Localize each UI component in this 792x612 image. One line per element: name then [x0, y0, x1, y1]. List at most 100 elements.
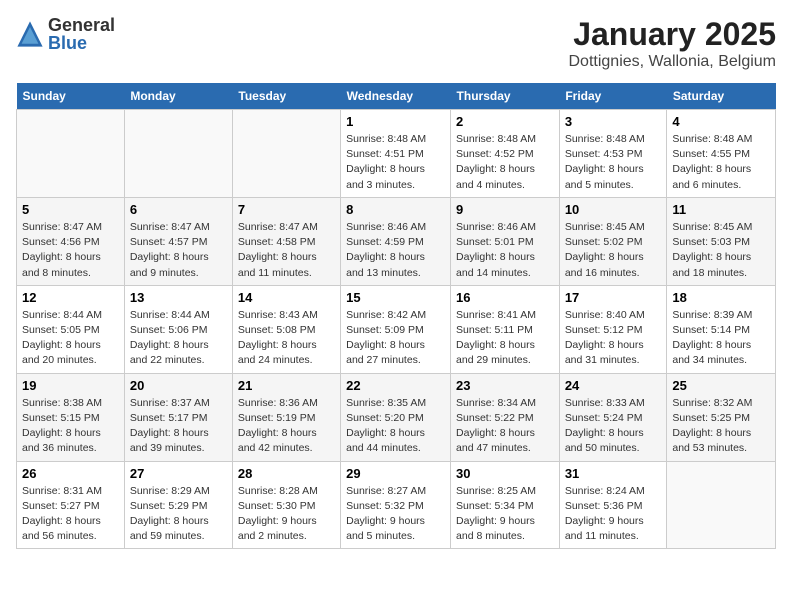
day-number: 15	[346, 290, 445, 305]
day-info: Sunrise: 8:47 AM Sunset: 4:57 PM Dayligh…	[130, 220, 227, 281]
day-number: 18	[672, 290, 770, 305]
day-number: 1	[346, 114, 445, 129]
day-info: Sunrise: 8:48 AM Sunset: 4:51 PM Dayligh…	[346, 132, 445, 193]
calendar-cell: 7 Sunrise: 8:47 AM Sunset: 4:58 PM Daylig…	[232, 197, 340, 285]
calendar-cell: 24 Sunrise: 8:33 AM Sunset: 5:24 PM Dayli…	[559, 373, 667, 461]
day-info: Sunrise: 8:48 AM Sunset: 4:52 PM Dayligh…	[456, 132, 554, 193]
day-number: 31	[565, 466, 662, 481]
day-number: 24	[565, 378, 662, 393]
col-header-saturday: Saturday	[667, 83, 776, 110]
col-header-tuesday: Tuesday	[232, 83, 340, 110]
logo-blue-text: Blue	[48, 34, 115, 52]
day-number: 21	[238, 378, 335, 393]
calendar-cell: 8Sunrise: 8:46 AM Sunset: 4:59 PM Daylig…	[341, 197, 451, 285]
calendar-cell	[667, 461, 776, 549]
calendar-cell: 2 Sunrise: 8:48 AM Sunset: 4:52 PM Daylig…	[451, 110, 560, 198]
calendar-cell: 6 Sunrise: 8:47 AM Sunset: 4:57 PM Daylig…	[124, 197, 232, 285]
col-header-thursday: Thursday	[451, 83, 560, 110]
calendar-cell: 28Sunrise: 8:28 AM Sunset: 5:30 PM Dayli…	[232, 461, 340, 549]
col-header-sunday: Sunday	[17, 83, 125, 110]
day-info: Sunrise: 8:27 AM Sunset: 5:32 PM Dayligh…	[346, 484, 445, 545]
day-number: 19	[22, 378, 119, 393]
day-number: 3	[565, 114, 662, 129]
calendar-cell: 9 Sunrise: 8:46 AM Sunset: 5:01 PM Daylig…	[451, 197, 560, 285]
calendar-cell: 20Sunrise: 8:37 AM Sunset: 5:17 PM Dayli…	[124, 373, 232, 461]
day-number: 25	[672, 378, 770, 393]
calendar-cell: 10 Sunrise: 8:45 AM Sunset: 5:02 PM Dayli…	[559, 197, 667, 285]
calendar-cell: 22 Sunrise: 8:35 AM Sunset: 5:20 PM Dayli…	[341, 373, 451, 461]
day-number: 7	[238, 202, 335, 217]
day-info: Sunrise: 8:32 AM Sunset: 5:25 PM Dayligh…	[672, 396, 770, 457]
day-number: 16	[456, 290, 554, 305]
day-info: Sunrise: 8:38 AM Sunset: 5:15 PM Dayligh…	[22, 396, 119, 457]
day-info: Sunrise: 8:24 AM Sunset: 5:36 PM Dayligh…	[565, 484, 662, 545]
month-title: January 2025	[569, 16, 777, 53]
day-number: 26	[22, 466, 119, 481]
day-info: Sunrise: 8:46 AM Sunset: 4:59 PM Dayligh…	[346, 220, 445, 281]
day-number: 10	[565, 202, 662, 217]
day-number: 29	[346, 466, 445, 481]
calendar-table: SundayMondayTuesdayWednesdayThursdayFrid…	[16, 83, 776, 549]
week-row: 12 Sunrise: 8:44 AM Sunset: 5:05 PM Dayli…	[17, 285, 776, 373]
day-info: Sunrise: 8:44 AM Sunset: 5:05 PM Dayligh…	[22, 308, 119, 369]
calendar-cell: 12 Sunrise: 8:44 AM Sunset: 5:05 PM Dayli…	[17, 285, 125, 373]
calendar-cell	[232, 110, 340, 198]
day-info: Sunrise: 8:44 AM Sunset: 5:06 PM Dayligh…	[130, 308, 227, 369]
calendar-cell: 30Sunrise: 8:25 AM Sunset: 5:34 PM Dayli…	[451, 461, 560, 549]
day-info: Sunrise: 8:31 AM Sunset: 5:27 PM Dayligh…	[22, 484, 119, 545]
calendar-cell: 16 Sunrise: 8:41 AM Sunset: 5:11 PM Dayli…	[451, 285, 560, 373]
calendar-cell: 14Sunrise: 8:43 AM Sunset: 5:08 PM Dayli…	[232, 285, 340, 373]
day-number: 22	[346, 378, 445, 393]
day-number: 30	[456, 466, 554, 481]
day-number: 9	[456, 202, 554, 217]
calendar-cell: 31 Sunrise: 8:24 AM Sunset: 5:36 PM Dayli…	[559, 461, 667, 549]
day-info: Sunrise: 8:45 AM Sunset: 5:02 PM Dayligh…	[565, 220, 662, 281]
calendar-cell: 17Sunrise: 8:40 AM Sunset: 5:12 PM Dayli…	[559, 285, 667, 373]
calendar-cell: 18 Sunrise: 8:39 AM Sunset: 5:14 PM Dayli…	[667, 285, 776, 373]
day-info: Sunrise: 8:41 AM Sunset: 5:11 PM Dayligh…	[456, 308, 554, 369]
logo-text: General Blue	[48, 16, 115, 52]
calendar-cell	[17, 110, 125, 198]
day-number: 6	[130, 202, 227, 217]
week-row: 19 Sunrise: 8:38 AM Sunset: 5:15 PM Dayli…	[17, 373, 776, 461]
page-header: General Blue January 2025 Dottignies, Wa…	[16, 16, 776, 71]
calendar-cell: 3Sunrise: 8:48 AM Sunset: 4:53 PM Daylig…	[559, 110, 667, 198]
calendar-cell: 29 Sunrise: 8:27 AM Sunset: 5:32 PM Dayli…	[341, 461, 451, 549]
day-number: 20	[130, 378, 227, 393]
calendar-cell: 4 Sunrise: 8:48 AM Sunset: 4:55 PM Daylig…	[667, 110, 776, 198]
calendar-cell: 27Sunrise: 8:29 AM Sunset: 5:29 PM Dayli…	[124, 461, 232, 549]
day-number: 2	[456, 114, 554, 129]
day-info: Sunrise: 8:46 AM Sunset: 5:01 PM Dayligh…	[456, 220, 554, 281]
day-info: Sunrise: 8:48 AM Sunset: 4:55 PM Dayligh…	[672, 132, 770, 193]
day-info: Sunrise: 8:47 AM Sunset: 4:58 PM Dayligh…	[238, 220, 335, 281]
calendar-cell: 15Sunrise: 8:42 AM Sunset: 5:09 PM Dayli…	[341, 285, 451, 373]
location-title: Dottignies, Wallonia, Belgium	[569, 53, 777, 71]
day-number: 23	[456, 378, 554, 393]
day-number: 27	[130, 466, 227, 481]
week-row: 1 Sunrise: 8:48 AM Sunset: 4:51 PM Daylig…	[17, 110, 776, 198]
calendar-cell: 19 Sunrise: 8:38 AM Sunset: 5:15 PM Dayli…	[17, 373, 125, 461]
day-info: Sunrise: 8:39 AM Sunset: 5:14 PM Dayligh…	[672, 308, 770, 369]
day-number: 11	[672, 202, 770, 217]
calendar-cell	[124, 110, 232, 198]
logo-general-text: General	[48, 16, 115, 34]
day-number: 13	[130, 290, 227, 305]
day-number: 14	[238, 290, 335, 305]
day-info: Sunrise: 8:35 AM Sunset: 5:20 PM Dayligh…	[346, 396, 445, 457]
calendar-cell: 26 Sunrise: 8:31 AM Sunset: 5:27 PM Dayli…	[17, 461, 125, 549]
day-info: Sunrise: 8:28 AM Sunset: 5:30 PM Dayligh…	[238, 484, 335, 545]
week-row: 5Sunrise: 8:47 AM Sunset: 4:56 PM Daylig…	[17, 197, 776, 285]
day-number: 4	[672, 114, 770, 129]
day-info: Sunrise: 8:34 AM Sunset: 5:22 PM Dayligh…	[456, 396, 554, 457]
calendar-cell: 25 Sunrise: 8:32 AM Sunset: 5:25 PM Dayli…	[667, 373, 776, 461]
title-section: January 2025 Dottignies, Wallonia, Belgi…	[569, 16, 777, 71]
day-number: 12	[22, 290, 119, 305]
day-info: Sunrise: 8:45 AM Sunset: 5:03 PM Dayligh…	[672, 220, 770, 281]
day-info: Sunrise: 8:33 AM Sunset: 5:24 PM Dayligh…	[565, 396, 662, 457]
logo: General Blue	[16, 16, 115, 52]
day-info: Sunrise: 8:36 AM Sunset: 5:19 PM Dayligh…	[238, 396, 335, 457]
calendar-cell: 5Sunrise: 8:47 AM Sunset: 4:56 PM Daylig…	[17, 197, 125, 285]
logo-icon	[16, 20, 44, 48]
col-header-wednesday: Wednesday	[341, 83, 451, 110]
calendar-cell: 23 Sunrise: 8:34 AM Sunset: 5:22 PM Dayli…	[451, 373, 560, 461]
